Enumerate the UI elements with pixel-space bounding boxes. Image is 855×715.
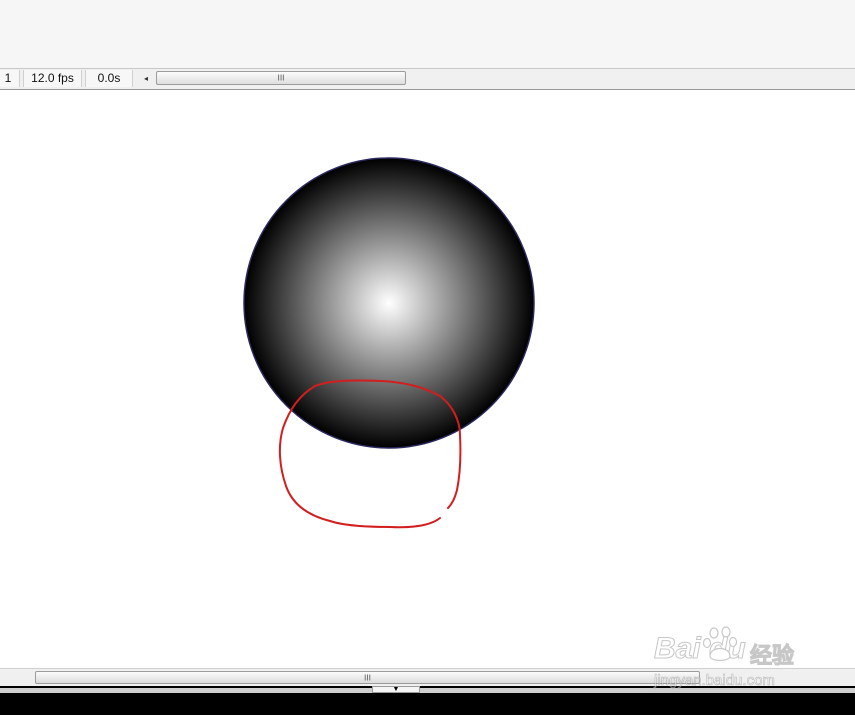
stage-scroll-thumb[interactable]: III (35, 671, 700, 684)
bottom-panel-strip: ▼ (0, 686, 855, 715)
timeline-scroll-thumb[interactable]: III (156, 71, 406, 85)
scroll-grip-icon: III (277, 73, 285, 83)
current-frame-display: 1 (0, 70, 20, 87)
scroll-left-button[interactable]: ◂ (140, 72, 152, 86)
gradient-sphere[interactable] (243, 157, 535, 449)
elapsed-time-display: 0.0s (85, 70, 133, 87)
timeline-status-bar: 1 12.0 fps 0.0s ◂ III (0, 68, 855, 90)
stage-canvas[interactable] (0, 90, 855, 668)
frame-rate-display[interactable]: 12.0 fps (23, 70, 82, 87)
top-panel (0, 0, 855, 68)
stage-horizontal-scrollbar[interactable]: III (0, 668, 855, 687)
scroll-grip-icon: III (363, 673, 372, 682)
panel-divider (0, 688, 855, 693)
expand-panel-toggle[interactable]: ▼ (372, 686, 420, 693)
stage-artwork (243, 157, 535, 529)
